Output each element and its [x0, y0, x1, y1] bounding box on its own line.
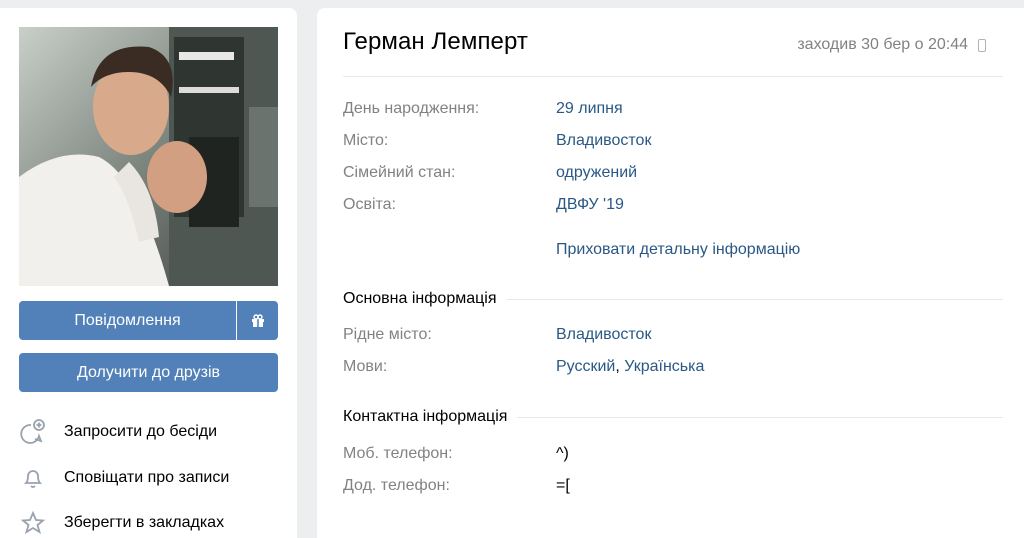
profile-name: Герман Лемперт: [343, 28, 529, 55]
section-divider: [517, 416, 1003, 418]
profile-info-card: Герман Лемперт заходив 30 бер о 20:44 Де…: [317, 8, 1024, 538]
invite-to-chat-action[interactable]: Запросити до бесіди: [19, 417, 279, 447]
extra-phone-value: =[: [556, 477, 570, 494]
mobile-phone-icon: [978, 38, 986, 52]
last-seen-text: заходив 30 бер о 20:44: [797, 36, 968, 53]
info-key: Освіта:: [343, 196, 396, 213]
info-key: Місто:: [343, 132, 389, 149]
message-button[interactable]: Повідомлення: [19, 301, 236, 340]
gift-button[interactable]: [237, 301, 278, 340]
profile-photo-image: [19, 27, 278, 286]
main-info-section-title: Основна інформація: [343, 287, 1003, 311]
education-link[interactable]: ДВФУ '19: [556, 196, 624, 214]
notify-posts-label: Сповіщати про записи: [64, 469, 230, 486]
info-row-languages: Мови: Русский, Українська: [343, 358, 1003, 382]
info-key: День народження:: [343, 100, 480, 117]
bookmark-action[interactable]: Зберегти в закладках: [19, 508, 279, 538]
info-key: Мови:: [343, 358, 388, 375]
language-link[interactable]: Українська: [624, 358, 704, 375]
info-row-hometown: Рідне місто: Владивосток: [343, 326, 1003, 350]
info-row-city: Місто: Владивосток: [343, 132, 1003, 156]
city-link[interactable]: Владивосток: [556, 132, 651, 150]
last-seen-status: заходив 30 бер о 20:44: [797, 36, 986, 54]
hide-details-link[interactable]: Приховати детальну інформацію: [556, 241, 800, 259]
header-divider: [343, 76, 1003, 77]
profile-photo[interactable]: [19, 27, 278, 286]
info-row-education: Освіта: ДВФУ '19: [343, 196, 1003, 220]
star-icon: [19, 508, 53, 538]
mobile-phone-value: ^): [556, 445, 569, 462]
add-friend-button[interactable]: Долучити до друзів: [19, 353, 278, 392]
language-separator: ,: [615, 358, 625, 375]
section-title: Основна інформація: [343, 290, 497, 307]
section-title: Контактна інформація: [343, 408, 508, 425]
info-key: Рідне місто:: [343, 326, 432, 343]
language-link[interactable]: Русский: [556, 358, 615, 375]
section-divider: [506, 298, 1003, 300]
hometown-link[interactable]: Владивосток: [556, 326, 651, 344]
languages-value: Русский, Українська: [556, 358, 704, 376]
contact-info-section-title: Контактна інформація: [343, 405, 1003, 429]
birthday-link[interactable]: 29 липня: [556, 100, 623, 118]
bell-icon: [19, 463, 53, 493]
info-row-relationship: Сімейний стан: одружений: [343, 164, 1003, 188]
info-row-mobile-phone: Моб. телефон: ^): [343, 445, 1003, 469]
info-key: Дод. телефон:: [343, 477, 450, 494]
notify-posts-action[interactable]: Сповіщати про записи: [19, 463, 279, 493]
info-row-extra-phone: Дод. телефон: =[: [343, 477, 1003, 501]
bookmark-label: Зберегти в закладках: [64, 514, 225, 531]
info-key: Моб. телефон:: [343, 445, 453, 462]
gift-icon: [251, 313, 264, 327]
chat-add-icon: [19, 417, 53, 447]
info-row-birthday: День народження: 29 липня: [343, 100, 1003, 124]
relationship-link[interactable]: одружений: [556, 164, 637, 182]
invite-to-chat-label: Запросити до бесіди: [64, 423, 218, 440]
profile-sidebar: Повідомлення Долучити до друзів Запросит…: [0, 8, 297, 538]
info-key: Сімейний стан:: [343, 164, 456, 181]
